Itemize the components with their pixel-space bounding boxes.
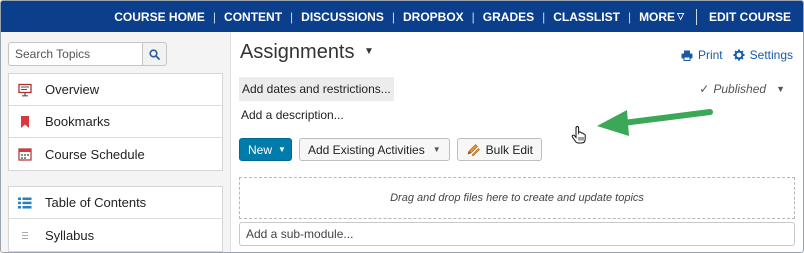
bulk-edit-button[interactable]: Bulk Edit [456, 138, 542, 161]
screenshot-frame: COURSE HOME | CONTENT | DISCUSSIONS | DR… [0, 0, 804, 253]
nav-grades[interactable]: GRADES [475, 10, 542, 24]
publish-status-label: Published [713, 82, 767, 96]
nav-course-home[interactable]: COURSE HOME [106, 10, 213, 24]
nav-dropbox[interactable]: DROPBOX [395, 10, 472, 24]
publish-status-dropdown[interactable]: ✓ Published ▼ [699, 82, 785, 96]
sidebar-item-bookmarks[interactable]: Bookmarks [9, 106, 222, 138]
sidebar-item-course-schedule[interactable]: Course Schedule [9, 138, 222, 170]
overview-icon [17, 82, 33, 98]
search-input[interactable] [8, 42, 142, 66]
print-icon [681, 50, 693, 61]
bookmark-icon [17, 114, 33, 130]
page-actions: Print Settings [671, 48, 793, 62]
sidebar: Overview Bookmarks [1, 32, 231, 252]
add-existing-label: Add Existing Activities [308, 142, 425, 157]
add-submodule-input[interactable] [239, 222, 795, 246]
page-title: Assignments [240, 41, 355, 63]
list-icon [17, 195, 33, 211]
sidebar-item-overview[interactable]: Overview [9, 74, 222, 106]
search-bar [8, 42, 167, 66]
sidebar-item-label: Course Schedule [45, 146, 145, 162]
nav-discussions[interactable]: DISCUSSIONS [293, 10, 392, 24]
dropzone-text: Drag and drop files here to create and u… [390, 192, 644, 204]
nav-edit-course[interactable]: EDIT COURSE [701, 10, 799, 24]
drag-handle-icon [17, 227, 33, 243]
hand-cursor-icon [571, 126, 586, 144]
chevron-down-icon: ▼ [776, 84, 785, 94]
title-dropdown-caret-icon[interactable]: ▼ [364, 46, 374, 57]
calendar-icon [17, 146, 33, 162]
add-dates-restrictions-link[interactable]: Add dates and restrictions... [239, 77, 394, 101]
print-button[interactable]: Print [681, 48, 723, 62]
gear-icon [733, 49, 745, 61]
search-icon [149, 48, 160, 60]
nav-divider [695, 8, 697, 25]
checkmark-icon: ✓ [699, 82, 710, 96]
top-navbar: COURSE HOME | CONTENT | DISCUSSIONS | DR… [1, 1, 803, 32]
sidebar-item-label: Bookmarks [45, 114, 111, 129]
sidebar-item-label: Table of Contents [45, 195, 147, 210]
chevron-down-icon: ▼ [432, 145, 441, 154]
add-existing-activities-button[interactable]: Add Existing Activities ▼ [299, 138, 450, 161]
bulk-edit-label: Bulk Edit [485, 142, 533, 157]
sidebar-item-label: Overview [45, 82, 100, 97]
nav-more[interactable]: MORE ▽ [631, 10, 692, 24]
settings-button[interactable]: Settings [733, 48, 793, 62]
print-label: Print [697, 48, 723, 62]
nav-more-label: MORE [639, 9, 676, 24]
annotation-arrow-icon [597, 109, 713, 136]
settings-label: Settings [749, 48, 793, 62]
nav-content[interactable]: CONTENT [216, 10, 290, 24]
chevron-down-icon: ▼ [278, 145, 286, 154]
chevron-down-icon: ▽ [677, 11, 684, 21]
pencil-icon [467, 144, 480, 156]
add-description-link[interactable]: Add a description... [241, 108, 344, 122]
main-content: Assignments ▼ Print Settings Add dates a… [231, 32, 803, 252]
sidebar-item-label: Syllabus [45, 227, 95, 243]
sidebar-item-table-of-contents[interactable]: Table of Contents [9, 187, 222, 219]
file-dropzone[interactable]: Drag and drop files here to create and u… [239, 177, 795, 219]
toolbar: New ▼ Add Existing Activities ▼ Bulk Edi… [239, 138, 549, 161]
sidebar-group-primary: Overview Bookmarks Course Schedule [8, 73, 223, 171]
new-button-label: New [248, 142, 273, 157]
sidebar-item-syllabus[interactable]: Syllabus [9, 219, 222, 251]
sidebar-group-contents: Table of Contents Syllabus [8, 186, 223, 252]
new-button[interactable]: New ▼ [239, 138, 292, 161]
search-button[interactable] [142, 42, 167, 66]
nav-classlist[interactable]: CLASSLIST [545, 10, 628, 24]
